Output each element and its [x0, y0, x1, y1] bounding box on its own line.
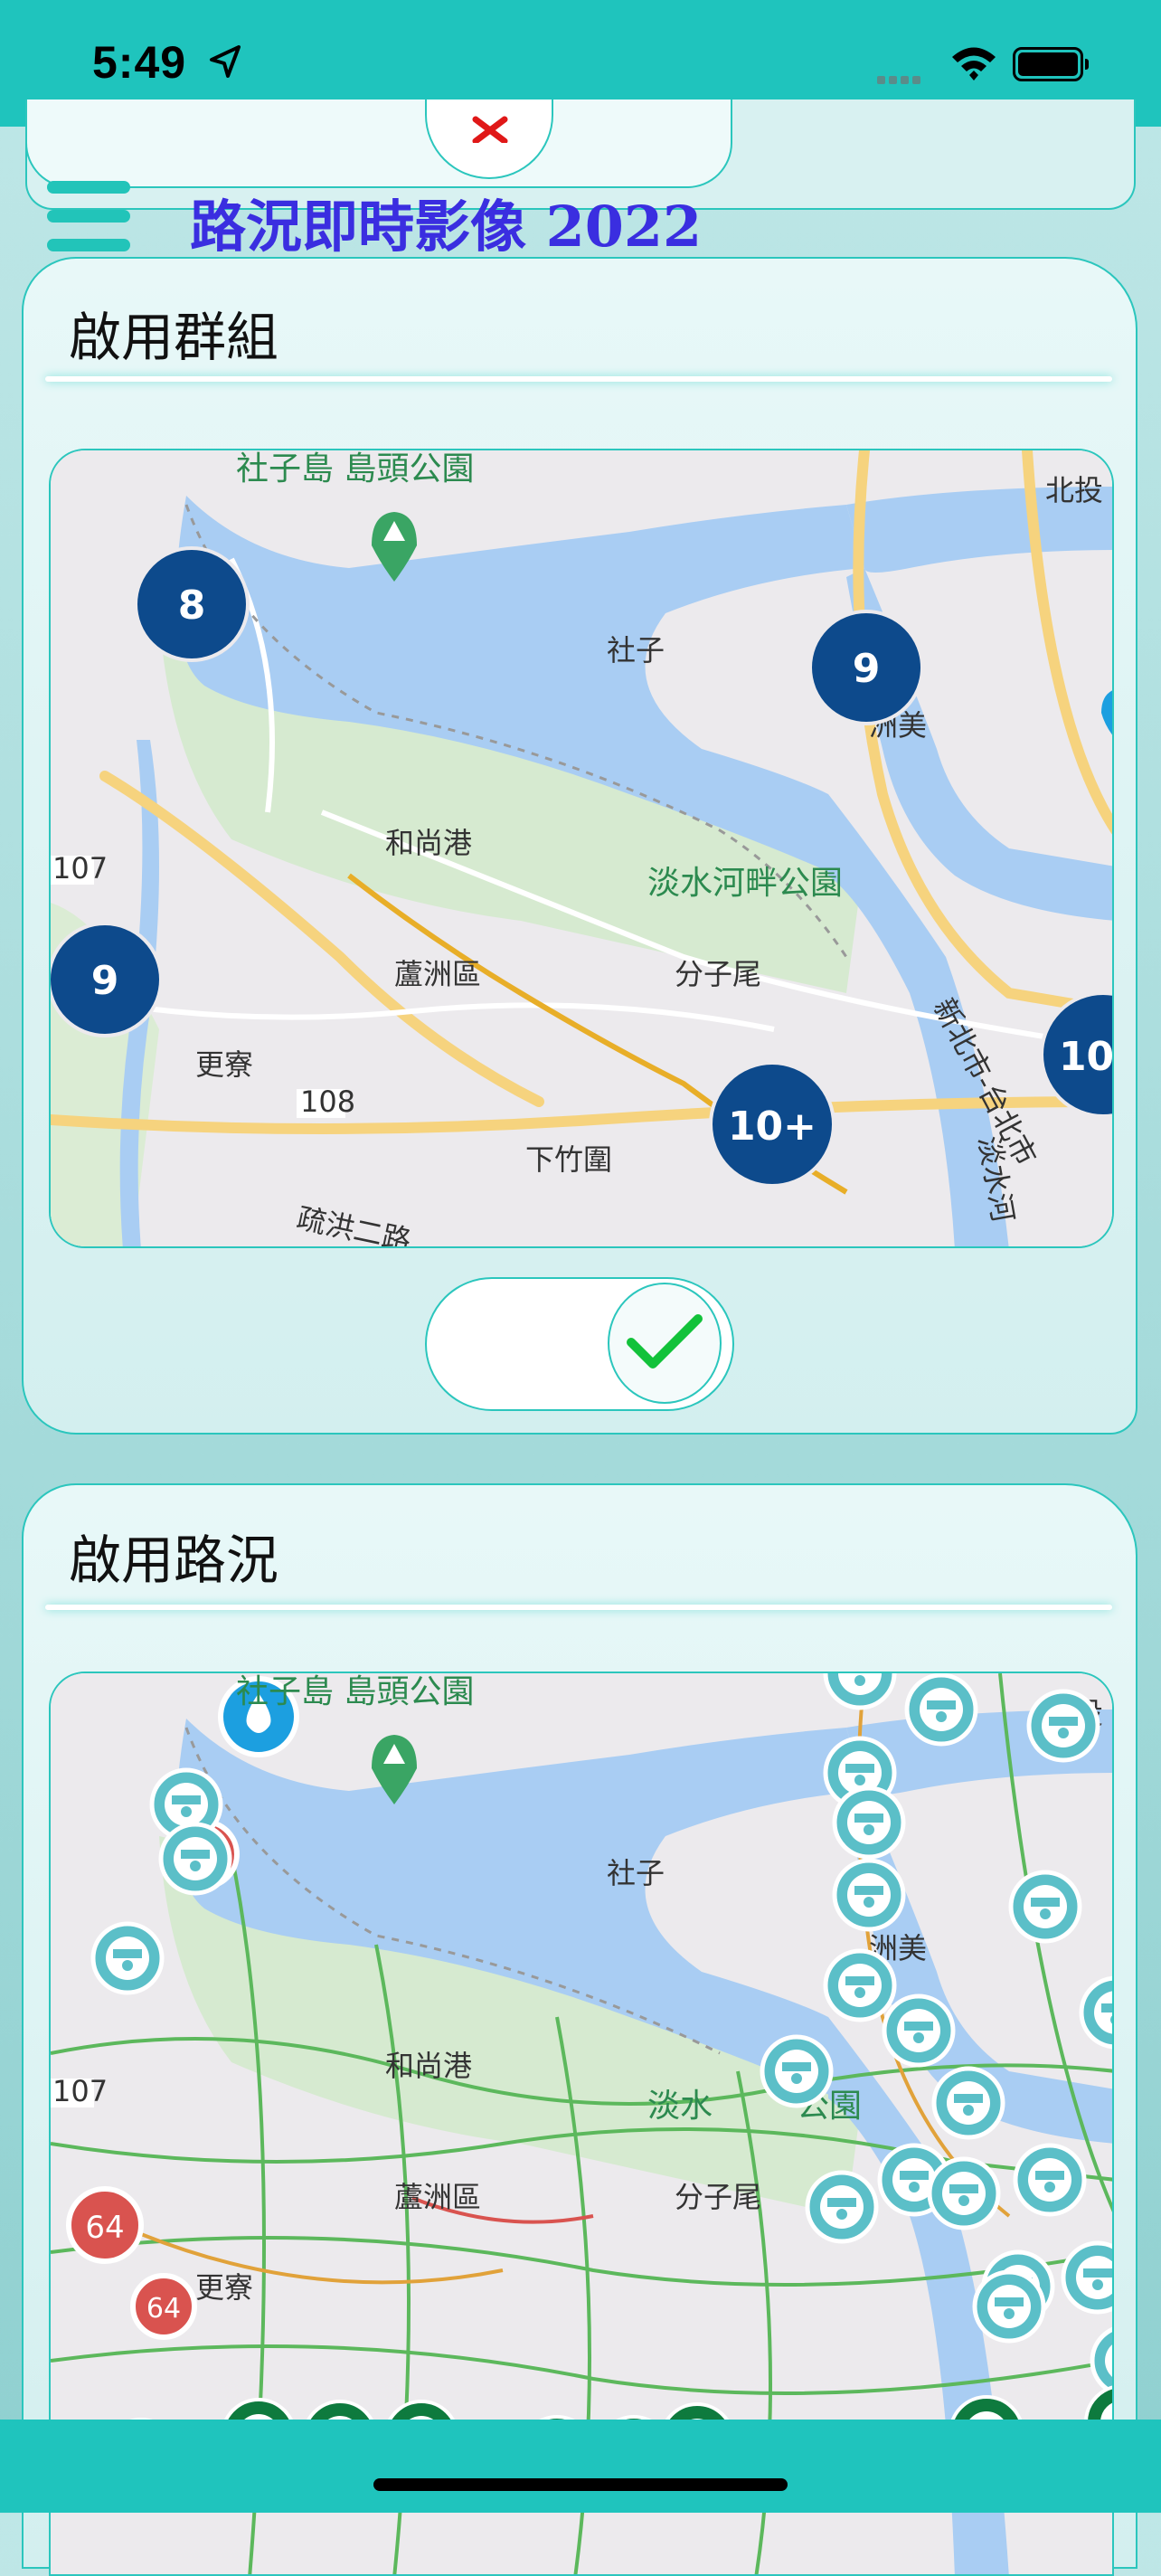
map-label: 蘆洲區 — [394, 2180, 481, 2214]
traffic-camera-icon — [927, 2156, 1001, 2230]
road-number: 108 — [300, 1084, 355, 1119]
traffic-camera-icon — [90, 1921, 165, 1995]
traffic-card-divider — [45, 1605, 1112, 1610]
collapsed-toggle-track[interactable] — [25, 99, 732, 188]
traffic-camera-icon — [832, 1858, 906, 1932]
road-number: 107 — [52, 2074, 108, 2108]
svg-text:8: 8 — [178, 582, 206, 629]
home-indicator[interactable] — [373, 2478, 788, 2491]
cluster-marker[interactable]: 9 — [51, 922, 163, 1037]
traffic-camera-icon — [931, 2066, 1005, 2140]
map-label: 更寮 — [195, 2270, 253, 2305]
status-time: 5:49 — [92, 37, 187, 88]
speed-camera-marker[interactable]: 64 — [66, 2186, 144, 2264]
map-label: 分子尾 — [675, 2180, 761, 2214]
map-label: 淡水 — [647, 2088, 713, 2125]
map-label: 社子島 島頭公園 — [236, 450, 474, 488]
group-card-divider — [45, 376, 1112, 382]
hamburger-menu-icon[interactable] — [47, 181, 130, 251]
traffic-camera-icon — [760, 2034, 834, 2108]
svg-text:9: 9 — [91, 958, 119, 1004]
cluster-map-canvas[interactable]: 社子島 島頭公園 北投 社子 洲美 和尚港 淡水河畔公園 蘆洲區 分子尾 更寮 … — [51, 450, 1114, 1248]
traffic-camera-icon — [882, 1994, 956, 2068]
location-arrow-icon — [210, 45, 241, 78]
map-label: 更寮 — [195, 1047, 253, 1082]
map-label: 分子尾 — [675, 957, 761, 991]
svg-text:10+: 10+ — [1059, 1034, 1114, 1080]
traffic-camera-icon — [904, 1673, 978, 1747]
road-number: 107 — [52, 851, 108, 886]
map-label: 社子 — [607, 1856, 665, 1890]
traffic-card: 啟用路況 社子島 島頭公園 社子 洲美 和尚港 淡水 公園 蘆洲區 分子尾 更寮… — [22, 1483, 1137, 2576]
traffic-card-title: 啟用路況 — [69, 1530, 279, 1591]
traffic-camera-icon — [158, 1822, 232, 1896]
svg-text:64: 64 — [85, 2210, 124, 2246]
map-label: 和尚港 — [385, 2049, 472, 2083]
traffic-camera-icon — [1061, 2240, 1112, 2315]
group-card: 啟用群組 社子島 島頭公園 北投 社子 洲美 和尚港 淡水河畔公園 蘆洲區 分子… — [22, 257, 1137, 1435]
check-icon — [627, 1314, 703, 1368]
map-label: 北投 — [1045, 473, 1103, 507]
traffic-camera-icon — [972, 2269, 1046, 2344]
traffic-camera-icon — [1013, 2143, 1087, 2217]
traffic-camera-icon — [805, 2170, 879, 2244]
svg-text:9: 9 — [853, 646, 881, 692]
map-label: 和尚港 — [385, 826, 472, 860]
bottom-bar — [0, 2420, 1161, 2513]
cellular-signal-icon — [877, 71, 924, 88]
cluster-marker[interactable]: 9 — [808, 610, 924, 725]
map-label: 淡水河畔公園 — [647, 865, 843, 902]
wifi-icon — [952, 47, 996, 80]
map-label: 蘆洲區 — [394, 957, 481, 991]
cluster-marker[interactable]: 8 — [134, 546, 250, 662]
traffic-camera-icon — [1026, 1689, 1100, 1763]
traffic-camera-icon — [832, 1785, 906, 1860]
battery-icon — [1013, 47, 1089, 81]
map-label: 下竹圍 — [525, 1142, 612, 1177]
svg-text:64: 64 — [146, 2293, 181, 2325]
cluster-map[interactable]: 社子島 島頭公園 北投 社子 洲美 和尚港 淡水河畔公園 蘆洲區 分子尾 更寮 … — [49, 449, 1114, 1248]
traffic-camera-icon — [823, 1948, 897, 2022]
map-label: 社子 — [607, 633, 665, 668]
traffic-camera-icon — [1008, 1870, 1082, 1944]
group-card-title: 啟用群組 — [69, 307, 279, 368]
cluster-marker[interactable]: 10+ — [709, 1061, 835, 1188]
speed-camera-marker[interactable]: 64 — [130, 2273, 197, 2340]
close-x-icon — [472, 116, 508, 143]
map-label: 社子島 島頭公園 — [236, 1673, 474, 1710]
app-title: 路況即時影像 2022 — [190, 194, 703, 260]
svg-text:10+: 10+ — [728, 1103, 816, 1150]
